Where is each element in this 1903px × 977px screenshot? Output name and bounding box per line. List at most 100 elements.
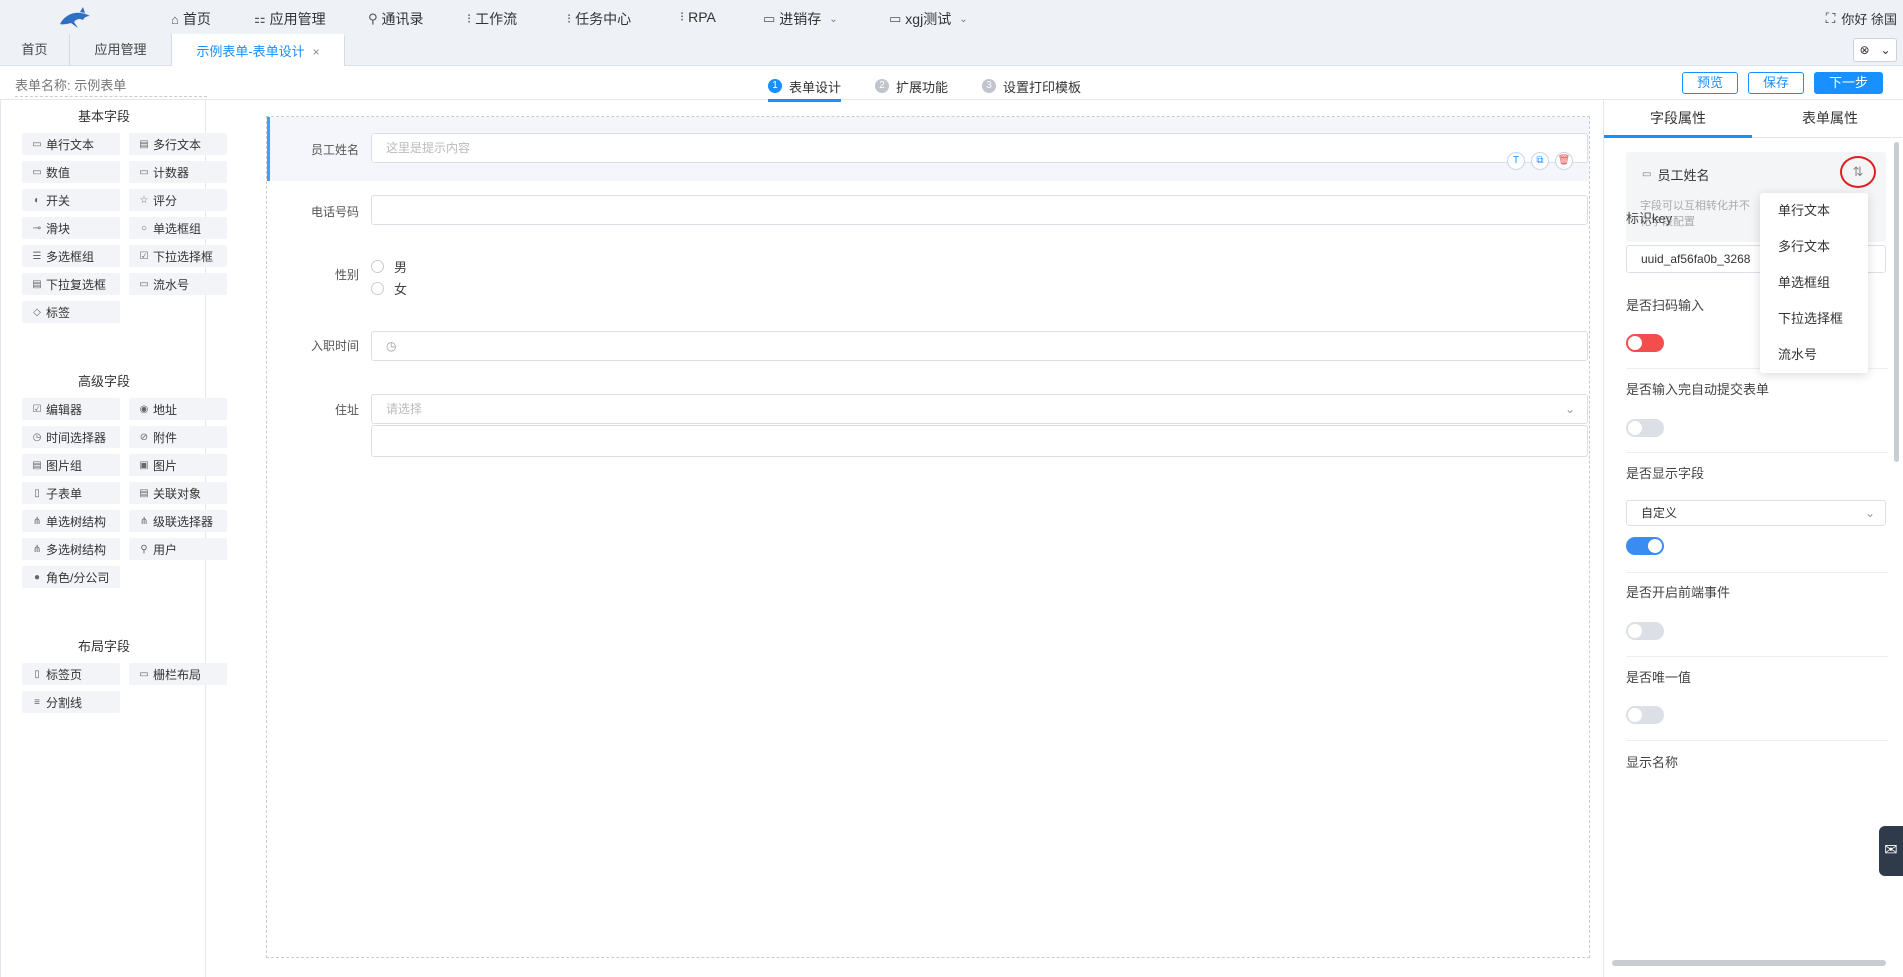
auto-submit-toggle[interactable] bbox=[1626, 419, 1664, 437]
unique-value-toggle[interactable] bbox=[1626, 706, 1664, 724]
nav-rpa[interactable]: ⁝ RPA bbox=[680, 9, 716, 25]
palette-item[interactable]: ○ 单选框组 bbox=[129, 217, 227, 239]
palette-item[interactable]: ◇ 标签 bbox=[22, 301, 120, 323]
palette-item[interactable]: ▤ 多行文本 bbox=[129, 133, 227, 155]
palette-item[interactable]: ☑ 下拉选择框 bbox=[129, 245, 227, 267]
palette-item[interactable]: ▭ 数值 bbox=[22, 161, 120, 183]
palette-item[interactable]: ◐ 开关 bbox=[22, 189, 120, 211]
fullscreen-icon[interactable]: ⛶ bbox=[1826, 10, 1836, 27]
preview-button[interactable]: 预览 bbox=[1681, 72, 1738, 94]
palette-item[interactable]: ◉ 地址 bbox=[129, 398, 227, 420]
palette-item[interactable]: ⊸ 滑块 bbox=[22, 217, 120, 239]
palette-item[interactable]: ▣ 图片 bbox=[129, 454, 227, 476]
radio-male[interactable]: 男 bbox=[371, 257, 407, 276]
palette-item[interactable]: ☑ 编辑器 bbox=[22, 398, 120, 420]
step-form-design[interactable]: 1 表单设计 bbox=[768, 72, 842, 102]
field-type-icon: ◐ bbox=[33, 194, 41, 206]
nav-tasks[interactable]: ⁝ 任务中心 bbox=[567, 9, 631, 29]
form-canvas[interactable]: 员工姓名 这里是提示内容 T ⧉ 🗑 电话号码 性别 男 女 入职时间 ◷ 住址… bbox=[266, 116, 1590, 958]
form-name-field[interactable]: 表单名称: 示例表单 bbox=[15, 75, 207, 97]
close-circle-icon[interactable]: ⊗ bbox=[1859, 43, 1869, 57]
field-type-icon: ⚲ bbox=[140, 543, 148, 555]
palette-item[interactable]: ⋔ 级联选择器 bbox=[129, 510, 227, 532]
swap-icon: ⇅ bbox=[1852, 164, 1864, 179]
user-menu[interactable]: ⛶ 你好 徐国 bbox=[1826, 9, 1897, 28]
folder-icon: ▭ bbox=[763, 11, 776, 26]
nav-apps[interactable]: ⚏ 应用管理 bbox=[254, 9, 326, 29]
menu-item-multi-text[interactable]: 多行文本 bbox=[1760, 229, 1868, 265]
field-type-icon: ▣ bbox=[139, 459, 149, 471]
save-button[interactable]: 保存 bbox=[1747, 72, 1804, 94]
tab-app-management[interactable]: 应用管理 bbox=[70, 34, 172, 66]
copy-icon[interactable]: ⧉ bbox=[1531, 152, 1549, 170]
palette-item[interactable]: ▭ 栅栏布局 bbox=[129, 663, 227, 685]
nav-inventory[interactable]: ▭ 进销存 ⌄ bbox=[763, 9, 838, 29]
nav-xgj[interactable]: ▭ xgj测试 ⌄ bbox=[889, 9, 968, 29]
nav-contacts[interactable]: ⚲ 通讯录 bbox=[368, 9, 424, 29]
form-header: 表单名称: 示例表单 1 表单设计 2 扩展功能 3 设置打印模板 预览 保存 下一步 bbox=[0, 66, 1903, 102]
properties-tabs: 字段属性 表单属性 bbox=[1604, 100, 1903, 138]
palette-item[interactable]: ⚲ 用户 bbox=[129, 538, 227, 560]
convert-field-button[interactable]: ⇅ bbox=[1840, 156, 1876, 188]
palette-item[interactable]: ⋔ 单选树结构 bbox=[22, 510, 120, 532]
frontend-event-toggle[interactable] bbox=[1626, 622, 1664, 640]
palette-item[interactable]: ☰ 多选框组 bbox=[22, 245, 120, 267]
menu-item-radio-group[interactable]: 单选框组 bbox=[1760, 265, 1868, 301]
palette-item[interactable]: ≡ 分割线 bbox=[22, 691, 120, 713]
tab-tools[interactable]: ⊗ ⌄ bbox=[1853, 38, 1897, 62]
tabs-bar: 首页 应用管理 示例表单-表单设计 × ⊗ ⌄ bbox=[0, 34, 1903, 66]
step-print-template[interactable]: 3 设置打印模板 bbox=[982, 72, 1081, 100]
scan-input-label: 是否扫码输入 bbox=[1626, 298, 1705, 313]
menu-item-serial[interactable]: 流水号 bbox=[1760, 337, 1868, 373]
palette-item[interactable]: ● 角色/分公司 bbox=[22, 566, 120, 588]
properties-h-scrollbar[interactable] bbox=[1612, 960, 1886, 966]
palette-item[interactable]: ▯ 标签页 bbox=[22, 663, 120, 685]
palette-item[interactable]: ▭ 单行文本 bbox=[22, 133, 120, 155]
chevron-down-icon[interactable]: ⌄ bbox=[1880, 43, 1890, 57]
palette-item[interactable]: ⊘ 附件 bbox=[129, 426, 227, 448]
tab-home[interactable]: 首页 bbox=[0, 34, 70, 66]
field-type-icon: ▤ bbox=[32, 459, 42, 471]
field-type-icon: ▤ bbox=[139, 487, 149, 499]
palette-item[interactable]: ▤ 图片组 bbox=[22, 454, 120, 476]
tab-form-properties[interactable]: 表单属性 bbox=[1756, 100, 1903, 138]
dolphin-logo-icon[interactable] bbox=[56, 6, 96, 32]
show-field-toggle[interactable] bbox=[1626, 537, 1664, 555]
palette-item[interactable]: ▭ 流水号 bbox=[129, 273, 227, 295]
field-type-icon: ≡ bbox=[34, 696, 40, 708]
scan-input-toggle[interactable] bbox=[1626, 334, 1664, 352]
tab-field-properties[interactable]: 字段属性 bbox=[1604, 100, 1752, 138]
field-type-icon: ⋔ bbox=[32, 515, 42, 527]
phone-input[interactable] bbox=[371, 195, 1588, 225]
field-type-icon: ☰ bbox=[32, 250, 42, 262]
address-detail-textarea[interactable] bbox=[371, 425, 1588, 457]
properties-scrollbar[interactable] bbox=[1894, 142, 1899, 462]
menu-item-single-text[interactable]: 单行文本 bbox=[1760, 193, 1868, 229]
menu-item-select[interactable]: 下拉选择框 bbox=[1760, 301, 1868, 337]
chat-icon[interactable]: ✉ bbox=[1879, 826, 1903, 876]
step-extensions[interactable]: 2 扩展功能 bbox=[875, 72, 948, 100]
palette-item[interactable]: ▭ 计数器 bbox=[129, 161, 227, 183]
close-icon[interactable]: × bbox=[313, 45, 320, 59]
show-field-select[interactable]: 自定义 ⌄ bbox=[1626, 500, 1886, 526]
palette-item[interactable]: ▤ 关联对象 bbox=[129, 482, 227, 504]
employee-name-input[interactable]: 这里是提示内容 bbox=[371, 133, 1588, 163]
next-step-button[interactable]: 下一步 bbox=[1813, 72, 1883, 94]
chevron-down-icon: ⌄ bbox=[1864, 506, 1875, 520]
nav-home[interactable]: ⌂ 首页 bbox=[171, 9, 211, 29]
palette-item[interactable]: ⋔ 多选树结构 bbox=[22, 538, 120, 560]
field-type-icon: ▭ bbox=[139, 668, 149, 680]
text-format-icon[interactable]: T bbox=[1507, 152, 1525, 170]
field-type-icon: ☑ bbox=[32, 403, 42, 415]
hire-date-picker[interactable]: ◷ bbox=[371, 331, 1588, 361]
radio-female[interactable]: 女 bbox=[371, 279, 407, 298]
palette-item[interactable]: ▤ 下拉复选框 bbox=[22, 273, 120, 295]
delete-icon[interactable]: 🗑 bbox=[1555, 152, 1573, 170]
clock-icon: ◷ bbox=[386, 339, 397, 353]
palette-item[interactable]: ◷ 时间选择器 bbox=[22, 426, 120, 448]
palette-item[interactable]: ☆ 评分 bbox=[129, 189, 227, 211]
tab-form-design[interactable]: 示例表单-表单设计 × bbox=[172, 34, 345, 66]
nav-workflow[interactable]: ⁝ 工作流 bbox=[467, 9, 517, 29]
address-select[interactable]: 请选择 ⌄ bbox=[371, 394, 1588, 424]
palette-item[interactable]: ▯ 子表单 bbox=[22, 482, 120, 504]
